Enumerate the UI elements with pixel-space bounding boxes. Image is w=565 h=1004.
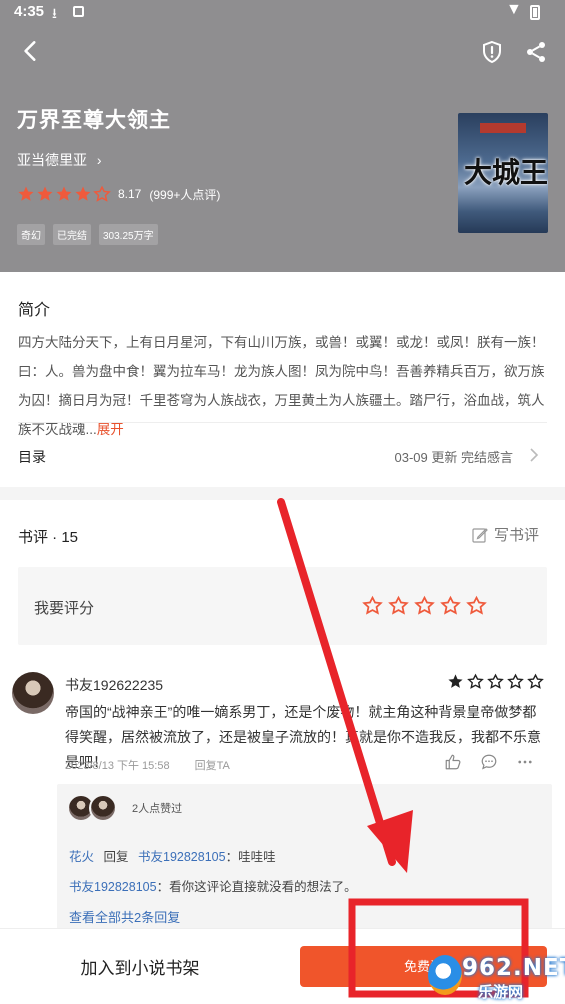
reply-verb: 回复 (103, 850, 129, 864)
star-outline-icon (507, 673, 524, 689)
star-outline-icon[interactable] (414, 595, 435, 616)
star-filled-icon (448, 674, 463, 688)
reply-from[interactable]: 花火 (69, 850, 94, 864)
wifi-icon: ▼ (506, 1, 522, 18)
watermark-text: 962.NET (462, 955, 565, 981)
star-outline-icon[interactable] (362, 595, 383, 616)
replies-box: 2人点赞过 花火 回复 书友192828105：哇哇哇 书友192828105：… (57, 784, 552, 934)
review-meta: 2023/8/13 下午 15:58 回复TA (65, 757, 252, 773)
divider (18, 422, 547, 423)
star-outline-icon (467, 673, 484, 689)
watermark-logo (428, 955, 462, 995)
rate-stars[interactable] (362, 595, 492, 616)
star-outline-icon[interactable] (388, 595, 409, 616)
write-review-label: 写书评 (494, 527, 540, 544)
status-bar: 4:35 ⭳ ▼ (0, 0, 565, 26)
star-filled-icon (75, 186, 91, 201)
star-outline-icon (487, 673, 504, 689)
back-icon[interactable] (18, 38, 44, 64)
toc-label[interactable]: 目录 (18, 447, 46, 467)
book-header: 4:35 ⭳ ▼ 万界至尊大领主 亚当德里亚 › 8.17 (999+人点评) … (0, 0, 565, 272)
avatar[interactable] (12, 672, 54, 714)
reply-text: ：哇哇哇 (225, 850, 276, 864)
toc-latest-update[interactable]: 03-09 更新 完结感言 (395, 447, 513, 466)
rate-box: 我要评分 (18, 567, 547, 645)
star-filled-icon (37, 186, 53, 201)
notification-icon (73, 6, 84, 17)
book-title: 万界至尊大领主 (17, 109, 171, 132)
star-outline-icon (93, 185, 111, 202)
review-item: 书友192622235 帝国的“战神亲王”的唯一嫡系男丁，还是个废物！就主角这种… (0, 660, 565, 934)
reply-link[interactable]: 回复TA (195, 760, 230, 772)
download-icon: ⭳ (52, 5, 57, 21)
review-actions (444, 753, 552, 771)
book-score: 8.17 (118, 187, 142, 201)
share-icon[interactable] (524, 40, 548, 64)
tag-word-count: 303.25万字 (99, 224, 158, 245)
thumbs-up-icon[interactable] (444, 753, 462, 771)
more-icon[interactable] (516, 753, 534, 771)
intro-heading: 简介 (18, 302, 51, 319)
cover-banner (480, 123, 526, 133)
intro-text-block: 四方大陆分天下，上有日月星河，下有山川万族，或兽！或翼！或龙！或凤！朕有一族！曰… (18, 328, 548, 444)
report-shield-icon[interactable] (480, 40, 504, 64)
rate-label: 我要评分 (34, 600, 95, 617)
author-link[interactable]: 亚当德里亚 › (17, 150, 102, 170)
reply-item[interactable]: 书友192828105：看你这评论直接就没看的想法了。 (69, 876, 357, 895)
add-to-shelf-button[interactable]: 加入到小说书架 (30, 954, 250, 979)
edit-icon (472, 527, 488, 543)
status-time: 4:35 (14, 3, 45, 20)
star-outline-icon (527, 673, 544, 689)
reviews-section: 书评 · 15 写书评 我要评分 书友192622235 帝国的“战神亲王”的唯… (0, 500, 565, 934)
star-filled-icon (18, 186, 34, 201)
star-filled-icon (56, 186, 72, 201)
book-detail-page: 4:35 ⭳ ▼ 万界至尊大领主 亚当德里亚 › 8.17 (999+人点评) … (0, 0, 565, 1004)
see-all-replies-link[interactable]: 查看全部共2条回复 (69, 907, 180, 926)
cover-title: 大城王 (464, 156, 548, 189)
star-outline-icon[interactable] (440, 595, 461, 616)
liker-avatars (67, 794, 117, 822)
tag-genre: 奇幻 (17, 224, 45, 245)
tag-status: 已完结 (53, 224, 91, 245)
comment-icon[interactable] (480, 753, 498, 771)
book-tags: 奇幻 已完结 303.25万字 (17, 224, 166, 245)
review-stars (447, 673, 547, 690)
reviews-title: 书评 · 15 (18, 529, 79, 546)
review-username[interactable]: 书友192622235 (65, 675, 163, 695)
reply-to[interactable]: 书友192828105 (138, 850, 226, 864)
chevron-right-icon[interactable] (528, 448, 540, 462)
rating-count: (999+人点评) (149, 187, 221, 202)
reply-text: ：看你这评论直接就没看的想法了。 (156, 880, 357, 894)
likes-count: 2人点赞过 (132, 803, 183, 815)
expand-link[interactable]: 展开 (97, 422, 124, 437)
intro-section: 简介 四方大陆分天下，上有日月星河，下有山川万族，或兽！或翼！或龙！或凤！朕有一… (0, 272, 565, 487)
book-rating: 8.17 (999+人点评) (17, 185, 220, 203)
book-cover[interactable]: 大城王 (458, 113, 548, 233)
author-name: 亚当德里亚 (17, 152, 87, 168)
review-date: 2023/8/13 下午 15:58 (65, 760, 170, 772)
write-review-button[interactable]: 写书评 (472, 524, 539, 545)
watermark-subtext: 乐游网 (478, 984, 524, 1001)
battery-icon (530, 5, 540, 20)
star-outline-icon[interactable] (466, 595, 487, 616)
avatar[interactable] (89, 794, 117, 822)
reply-from[interactable]: 书友192828105 (69, 880, 157, 894)
reply-item[interactable]: 花火 回复 书友192828105：哇哇哇 (69, 846, 276, 865)
chevron-right-icon: › (96, 152, 102, 168)
